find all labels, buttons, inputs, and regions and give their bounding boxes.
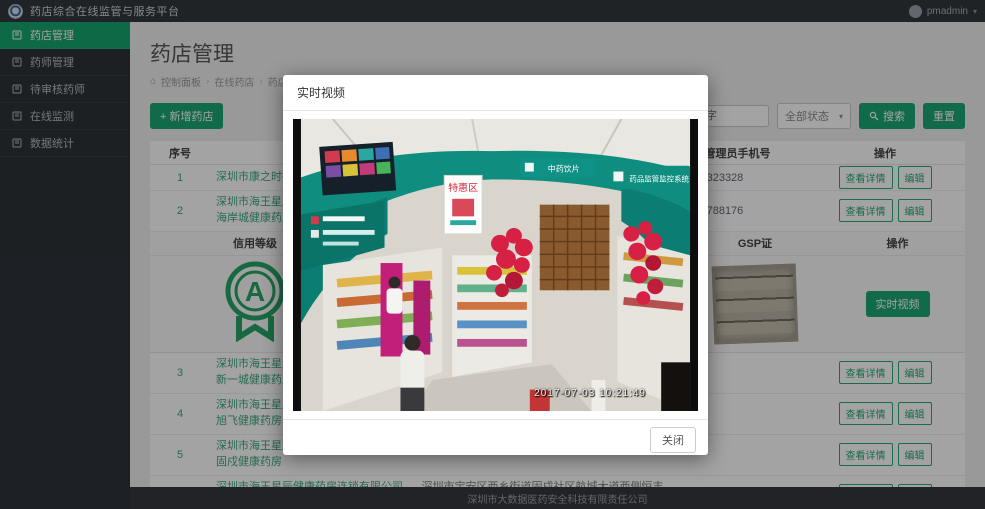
modal-title: 实时视频 <box>283 75 708 111</box>
cctv-video-frame: 特惠区 中药饮片 药品监管监控系统 <box>293 119 698 411</box>
pharmacy-cctv-scene: 特惠区 中药饮片 药品监管监控系统 <box>293 119 698 411</box>
svg-text:药品监管监控系统: 药品监管监控系统 <box>629 174 689 183</box>
video-timestamp: 2017-07-03 10:21:49 <box>534 388 646 399</box>
modal-close-button[interactable]: 关闭 <box>650 427 696 453</box>
svg-text:中药饮片: 中药饮片 <box>548 164 580 174</box>
live-video-modal: 实时视频 <box>283 75 708 455</box>
svg-text:特惠区: 特惠区 <box>448 181 478 194</box>
